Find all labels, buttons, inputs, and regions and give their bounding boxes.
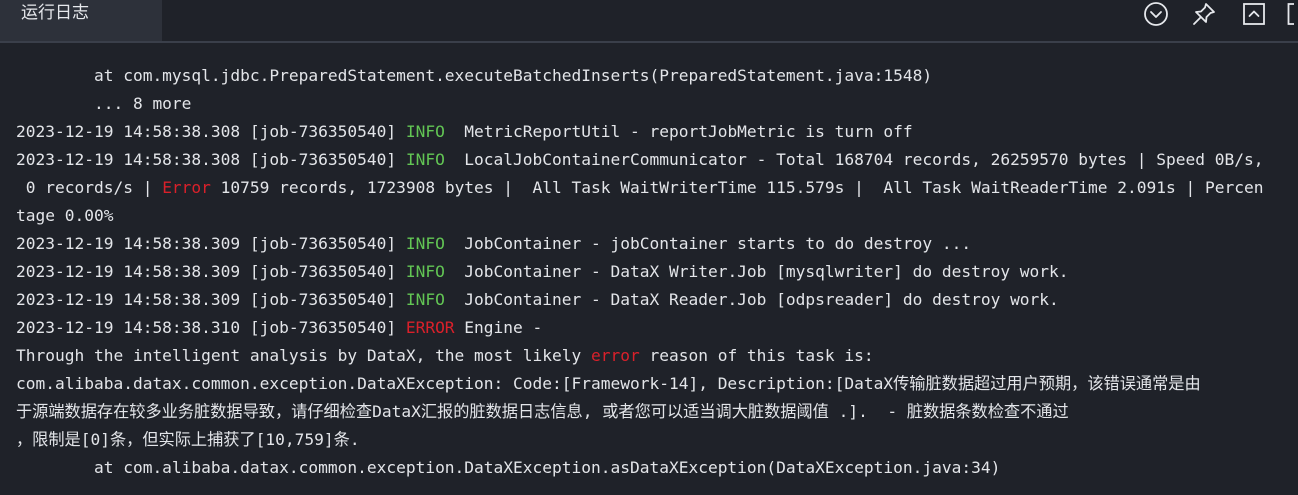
log-text: 2023-12-19 14:58:38.309 [job-736350540] bbox=[16, 290, 406, 309]
log-line: at com.mysql.jdbc.PreparedStatement.exec… bbox=[16, 62, 932, 90]
log-line: ... 8 more bbox=[16, 90, 191, 118]
log-text: Through the intelligent analysis by Data… bbox=[16, 346, 591, 365]
panel-header: 运行日志 bbox=[0, 0, 1298, 41]
log-text: ... 8 more bbox=[16, 94, 192, 113]
log-text: 2023-12-19 14:58:38.308 [job-736350540] bbox=[16, 150, 406, 169]
log-level-info: INFO bbox=[405, 122, 445, 141]
log-level-info: INFO bbox=[405, 290, 445, 309]
log-line: ，限制是[0]条，但实际上捕获了[10,759]条. bbox=[16, 426, 360, 454]
log-text: 2023-12-19 14:58:38.310 [job-736350540] bbox=[16, 318, 406, 337]
log-text: com.alibaba.datax.common.exception.DataX… bbox=[16, 374, 1201, 393]
log-line: 2023-12-19 14:58:38.310 [job-736350540] … bbox=[16, 314, 542, 342]
log-text: 2023-12-19 14:58:38.308 [job-736350540] bbox=[16, 122, 406, 141]
log-text: MetricReportUtil - reportJobMetric is tu… bbox=[444, 122, 913, 141]
log-level-info: INFO bbox=[405, 234, 445, 253]
log-text: at com.alibaba.datax.common.exception.Da… bbox=[16, 458, 1001, 477]
pin-icon[interactable] bbox=[1190, 0, 1218, 28]
tab-run-log[interactable]: 运行日志 bbox=[0, 0, 162, 41]
log-text: 2023-12-19 14:58:38.309 [job-736350540] bbox=[16, 262, 406, 281]
log-line: at com.alibaba.datax.common.exception.Da… bbox=[16, 454, 1000, 482]
log-text: 0 records/s | bbox=[16, 178, 163, 197]
log-text: 10759 records, 1723908 bytes | All Task … bbox=[210, 178, 1264, 197]
log-text: at com.mysql.jdbc.PreparedStatement.exec… bbox=[16, 66, 933, 85]
log-text: 于源端数据存在较多业务脏数据导致，请仔细检查DataX汇报的脏数据日志信息, 或… bbox=[16, 402, 1069, 421]
log-text: JobContainer - jobContainer starts to do… bbox=[444, 234, 972, 253]
log-level-error: Error bbox=[162, 178, 211, 197]
log-line: 2023-12-19 14:58:38.308 [job-736350540] … bbox=[16, 118, 913, 146]
log-text: 2023-12-19 14:58:38.309 [job-736350540] bbox=[16, 234, 406, 253]
log-text: tage 0.00% bbox=[16, 206, 114, 225]
log-level-info: INFO bbox=[405, 150, 445, 169]
close-icon[interactable] bbox=[1286, 0, 1298, 28]
maximize-icon[interactable] bbox=[1240, 0, 1268, 28]
log-line: 2023-12-19 14:58:38.309 [job-736350540] … bbox=[16, 230, 971, 258]
log-line: 0 records/s | Error 10759 records, 17239… bbox=[16, 174, 1264, 202]
log-level-error: error bbox=[591, 346, 640, 365]
chevron-down-circle-icon[interactable] bbox=[1142, 0, 1170, 28]
log-line: tage 0.00% bbox=[16, 202, 113, 230]
log-text: Engine - bbox=[454, 318, 543, 337]
log-line: 2023-12-19 14:58:38.309 [job-736350540] … bbox=[16, 258, 1069, 286]
log-level-error: ERROR bbox=[405, 318, 455, 337]
log-line: 2023-12-19 14:58:38.309 [job-736350540] … bbox=[16, 286, 1059, 314]
log-text: ，限制是[0]条，但实际上捕获了[10,759]条. bbox=[16, 430, 360, 449]
log-text: reason of this task is: bbox=[639, 346, 874, 365]
log-text: JobContainer - DataX Writer.Job [mysqlwr… bbox=[444, 262, 1069, 281]
log-text: JobContainer - DataX Reader.Job [odpsrea… bbox=[444, 290, 1059, 309]
log-text: LocalJobContainerCommunicator - Total 16… bbox=[444, 150, 1264, 169]
header-divider bbox=[0, 41, 1298, 43]
log-level-info: INFO bbox=[405, 262, 445, 281]
log-line: Through the intelligent analysis by Data… bbox=[16, 342, 874, 370]
tab-label: 运行日志 bbox=[21, 3, 89, 22]
log-line: 2023-12-19 14:58:38.308 [job-736350540] … bbox=[16, 146, 1263, 174]
log-output[interactable]: at com.mysql.jdbc.PreparedStatement.exec… bbox=[0, 61, 1298, 495]
log-line: 于源端数据存在较多业务脏数据导致，请仔细检查DataX汇报的脏数据日志信息, 或… bbox=[16, 398, 1069, 426]
log-line: com.alibaba.datax.common.exception.DataX… bbox=[16, 370, 1201, 398]
